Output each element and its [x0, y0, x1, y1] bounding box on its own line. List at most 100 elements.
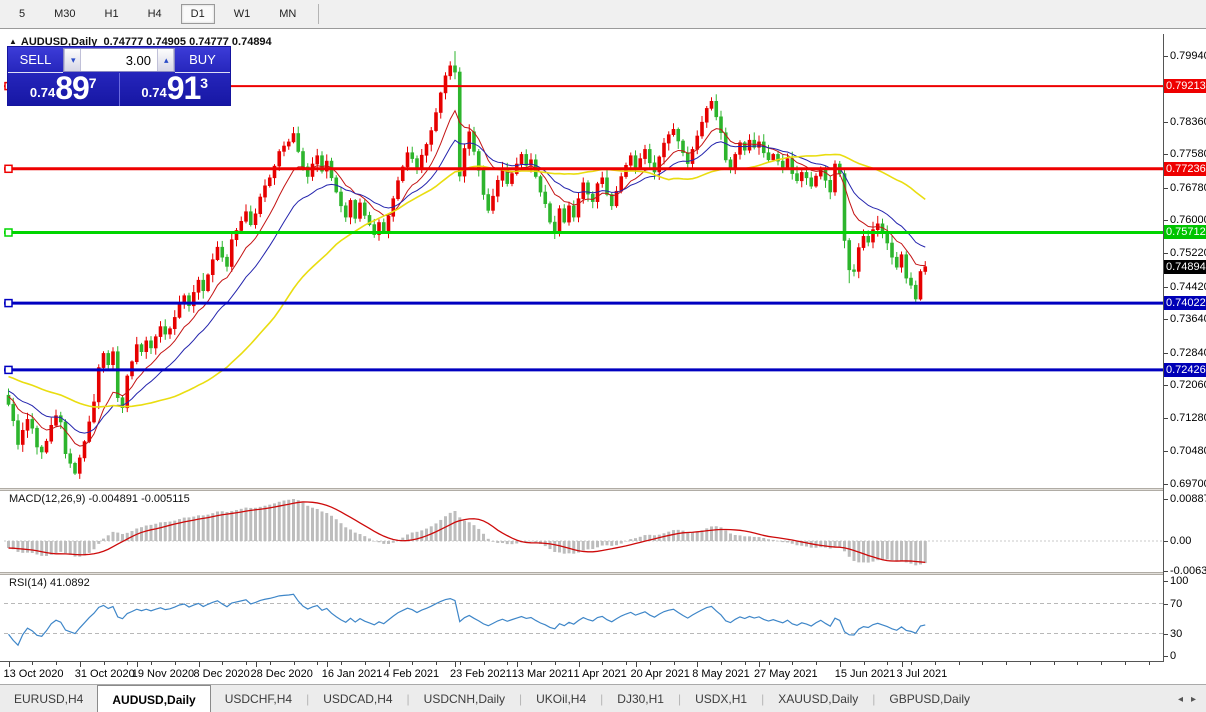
rsi-scale-tick: 0 — [1163, 650, 1177, 662]
time-major-tick — [8, 662, 10, 667]
time-major-tick — [697, 662, 699, 667]
time-minor-tick — [1077, 662, 1079, 665]
time-major-tick — [455, 662, 456, 667]
price-line-label: 0.74022 — [1164, 296, 1206, 311]
price-line-label: 0.79213 — [1164, 79, 1206, 94]
time-major-tick — [198, 662, 200, 667]
timeframe-button-w1[interactable]: W1 — [224, 4, 261, 24]
time-major-tick — [388, 662, 390, 667]
time-minor-tick — [222, 662, 224, 665]
timeframe-button-mn[interactable]: MN — [269, 4, 306, 24]
time-minor-tick — [436, 662, 437, 665]
chart-tab-usdchf[interactable]: USDCHF,H4 — [211, 685, 306, 712]
time-major-tick — [578, 662, 580, 667]
price-scale[interactable]: 0.79940 0.78360 0.77580 0.76780 0.76000 0.752… — [1163, 29, 1206, 685]
chart-tab-xauusd[interactable]: XAUUSD,Daily — [764, 685, 872, 712]
date-label: 16 Jan 2021 — [321, 668, 383, 680]
chart-tab-usdcnh[interactable]: USDCNH,Daily — [410, 685, 519, 712]
macd-scale-tick: 0.008871 — [1164, 493, 1206, 505]
time-minor-tick — [744, 662, 746, 665]
line-handle[interactable] — [4, 228, 13, 237]
time-minor-tick — [1148, 662, 1150, 665]
price-chart-panel[interactable]: ▲ AUDUSD,Daily 0.74777 0.74905 0.74777 0.… — [4, 34, 1163, 488]
time-minor-tick — [483, 662, 485, 665]
macd-scale-tick: 0.00 — [1163, 535, 1192, 547]
time-minor-tick — [673, 662, 675, 665]
price-tick: 0.72060 — [1164, 379, 1206, 391]
volume-spinner: ▾ 3.00 ▴ — [63, 48, 175, 72]
price-line-label: 0.77236 — [1164, 161, 1206, 176]
volume-value[interactable]: 3.00 — [81, 49, 157, 71]
rsi-panel[interactable]: RSI(14) 41.0892 — [4, 575, 1163, 661]
time-minor-tick — [1101, 662, 1102, 665]
line-handle[interactable] — [4, 298, 13, 308]
time-minor-tick — [151, 662, 152, 665]
macd-panel[interactable]: MACD(12,26,9) -0.004891 -0.005115 — [4, 491, 1163, 572]
chart-tab-ukoil[interactable]: UKOil,H4 — [522, 685, 600, 712]
time-minor-tick — [32, 662, 34, 665]
line-handle[interactable] — [4, 164, 13, 174]
chart-tab-usdcad[interactable]: USDCAD,H4 — [309, 685, 406, 712]
time-minor-tick — [364, 662, 366, 665]
time-major-tick — [635, 662, 637, 667]
timeframe-button-d1[interactable]: D1 — [180, 4, 215, 24]
chart-tab-eurusd[interactable]: EURUSD,H4 — [0, 685, 97, 712]
rsi-label: RSI(14) 41.0892 — [9, 577, 90, 589]
sell-price[interactable]: 0.74 89 7 — [8, 72, 119, 106]
time-major-tick — [326, 662, 328, 667]
ma-line-20 — [8, 139, 926, 434]
chart-tab-usdx[interactable]: USDX,H1 — [681, 685, 761, 712]
time-minor-tick — [792, 662, 794, 665]
time-minor-tick — [174, 662, 176, 665]
time-minor-tick — [412, 662, 414, 665]
rsi-scale-tick: 30 — [1163, 627, 1183, 640]
rsi-scale-tick: 100 — [1163, 575, 1189, 587]
buy-price[interactable]: 0.74 91 3 — [118, 72, 231, 106]
time-minor-tick — [1124, 662, 1126, 665]
macd-histogram — [7, 499, 927, 566]
candles[interactable] — [6, 51, 928, 479]
tab-scroll-arrows: ◂ ▸ — [1178, 685, 1206, 712]
date-label: 13 Mar 2021 — [511, 668, 574, 680]
price-tick: 0.71280 — [1164, 412, 1206, 424]
time-minor-tick — [649, 662, 651, 665]
timeframe-toolbar: 5 M30 H1 H4 D1 W1 MN — [0, 0, 1206, 29]
timeframe-button-h4[interactable]: H4 — [138, 4, 172, 24]
price-tick: 0.74420 — [1164, 281, 1206, 293]
time-minor-tick — [103, 662, 105, 665]
time-minor-tick — [1053, 662, 1055, 665]
rsi-line — [8, 593, 926, 647]
timeframe-button-h1[interactable]: H1 — [95, 4, 129, 24]
line-handle[interactable] — [4, 365, 13, 375]
trading-terminal-window: 5 M30 H1 H4 D1 W1 MN ▲ AUDUSD,Daily 0.74777 0.7… — [0, 0, 1206, 712]
time-major-tick — [759, 662, 760, 667]
time-minor-tick — [127, 662, 129, 665]
volume-increase-button[interactable]: ▴ — [157, 49, 174, 71]
chart-tab-audusd[interactable]: AUDUSD,Daily — [97, 685, 211, 712]
volume-decrease-button[interactable]: ▾ — [64, 49, 81, 71]
date-label: 27 May 2021 — [754, 668, 818, 680]
time-minor-tick — [958, 662, 960, 665]
time-minor-tick — [626, 662, 627, 665]
timeframe-button-5[interactable]: 5 — [9, 4, 35, 24]
price-line-label: 0.75712 — [1164, 225, 1206, 240]
macd-label: MACD(12,26,9) -0.004891 -0.005115 — [9, 493, 190, 505]
tab-scroll-left-icon[interactable]: ◂ — [1178, 694, 1183, 705]
time-minor-tick — [934, 662, 936, 665]
time-scale[interactable]: 13 Oct 2020 31 Oct 2020 19 Nov 2020 8 Dec 2… — [0, 662, 1206, 685]
price-tick: 0.76780 — [1164, 182, 1206, 194]
date-label: 1 Apr 2021 — [573, 668, 627, 680]
time-major-tick — [901, 662, 903, 667]
date-label: 3 Jul 2021 — [896, 668, 948, 680]
chart-tab-gbpusd[interactable]: GBPUSD,Daily — [875, 685, 984, 712]
tab-scroll-right-icon[interactable]: ▸ — [1191, 694, 1196, 705]
chart-tab-dj30[interactable]: DJ30,H1 — [603, 685, 678, 712]
time-minor-tick — [602, 662, 604, 665]
time-minor-tick — [56, 662, 57, 665]
time-minor-tick — [768, 662, 770, 665]
timeframe-button-m30[interactable]: M30 — [44, 4, 85, 24]
rsi-chart[interactable] — [4, 575, 1163, 661]
price-tick: 0.70480 — [1164, 445, 1206, 457]
collapse-icon[interactable]: ▲ — [9, 37, 17, 46]
date-label: 15 Jun 2021 — [834, 668, 896, 680]
